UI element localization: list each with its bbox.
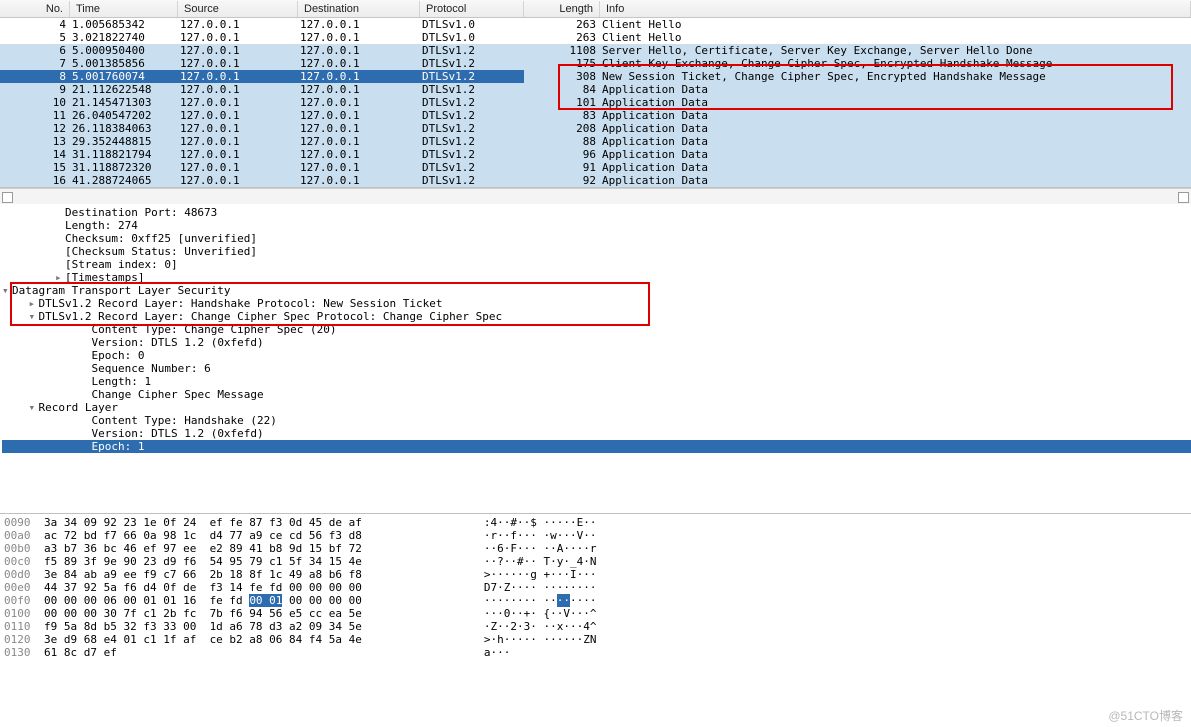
hex-row[interactable]: 00e044 37 92 5a f6 d4 0f de f3 14 fe fd … — [4, 581, 1187, 594]
packet-row[interactable]: 1226.118384063127.0.0.1127.0.0.1DTLSv1.2… — [0, 122, 1191, 135]
packet-row[interactable]: 53.021822740127.0.0.1127.0.0.1DTLSv1.026… — [0, 31, 1191, 44]
detail-line[interactable]: Checksum: 0xff25 [unverified] — [2, 232, 1191, 245]
col-protocol[interactable]: Protocol — [420, 1, 524, 17]
hex-row[interactable]: 00b0a3 b7 36 bc 46 ef 97 ee e2 89 41 b8 … — [4, 542, 1187, 555]
detail-line[interactable]: Sequence Number: 6 — [2, 362, 1191, 375]
detail-line[interactable]: Content Type: Change Cipher Spec (20) — [2, 323, 1191, 336]
hex-row[interactable]: 010000 00 00 30 7f c1 2b fc 7b f6 94 56 … — [4, 607, 1187, 620]
packet-rows[interactable]: 41.005685342127.0.0.1127.0.0.1DTLSv1.026… — [0, 18, 1191, 187]
detail-line[interactable]: [Stream index: 0] — [2, 258, 1191, 271]
detail-line[interactable]: Epoch: 0 — [2, 349, 1191, 362]
detail-line[interactable]: ▸DTLSv1.2 Record Layer: Handshake Protoc… — [2, 297, 1191, 310]
packet-row[interactable]: 75.001385856127.0.0.1127.0.0.1DTLSv1.217… — [0, 57, 1191, 70]
packet-list-pane: No. Time Source Destination Protocol Len… — [0, 0, 1191, 204]
hex-row[interactable]: 01203e d9 68 e4 01 c1 1f af ce b2 a8 06 … — [4, 633, 1187, 646]
detail-line[interactable]: Length: 274 — [2, 219, 1191, 232]
detail-line[interactable]: Length: 1 — [2, 375, 1191, 388]
packet-row[interactable]: 1431.118821794127.0.0.1127.0.0.1DTLSv1.2… — [0, 148, 1191, 161]
packet-list-header[interactable]: No. Time Source Destination Protocol Len… — [0, 0, 1191, 18]
hex-row[interactable]: 00a0ac 72 bd f7 66 0a 98 1c d4 77 a9 ce … — [4, 529, 1187, 542]
hex-row[interactable]: 013061 8c d7 ef a··· — [4, 646, 1187, 659]
col-source[interactable]: Source — [178, 1, 298, 17]
packet-row[interactable]: 65.000950400127.0.0.1127.0.0.1DTLSv1.211… — [0, 44, 1191, 57]
col-destination[interactable]: Destination — [298, 1, 420, 17]
packet-row[interactable]: 85.001760074127.0.0.1127.0.0.1DTLSv1.230… — [0, 70, 1191, 83]
hex-row[interactable]: 00d03e 84 ab a9 ee f9 c7 66 2b 18 8f 1c … — [4, 568, 1187, 581]
hex-row[interactable]: 00f000 00 00 06 00 01 01 16 fe fd 00 01 … — [4, 594, 1187, 607]
detail-line[interactable]: ▸[Timestamps] — [2, 271, 1191, 284]
col-time[interactable]: Time — [70, 1, 178, 17]
packet-row[interactable]: 1329.352448815127.0.0.1127.0.0.1DTLSv1.2… — [0, 135, 1191, 148]
detail-line[interactable]: ▾Record Layer — [2, 401, 1191, 414]
col-no[interactable]: No. — [0, 1, 70, 17]
detail-line[interactable]: Change Cipher Spec Message — [2, 388, 1191, 401]
hex-row[interactable]: 00903a 34 09 92 23 1e 0f 24 ef fe 87 f3 … — [4, 516, 1187, 529]
detail-line[interactable]: [Checksum Status: Unverified] — [2, 245, 1191, 258]
col-length[interactable]: Length — [524, 1, 600, 17]
packet-row[interactable]: 1021.145471303127.0.0.1127.0.0.1DTLSv1.2… — [0, 96, 1191, 109]
packet-bytes-pane[interactable]: 00903a 34 09 92 23 1e 0f 24 ef fe 87 f3 … — [0, 514, 1191, 727]
detail-line[interactable]: ▾Datagram Transport Layer Security — [2, 284, 1191, 297]
detail-line[interactable]: Destination Port: 48673 — [2, 206, 1191, 219]
detail-line[interactable]: ▾DTLSv1.2 Record Layer: Change Cipher Sp… — [2, 310, 1191, 323]
detail-line[interactable]: Version: DTLS 1.2 (0xfefd) — [2, 427, 1191, 440]
detail-line[interactable]: Version: DTLS 1.2 (0xfefd) — [2, 336, 1191, 349]
packet-details-pane[interactable]: Destination Port: 48673 Length: 274 Chec… — [0, 204, 1191, 514]
packet-row[interactable]: 1531.118872320127.0.0.1127.0.0.1DTLSv1.2… — [0, 161, 1191, 174]
hex-row[interactable]: 0110f9 5a 8d b5 32 f3 33 00 1d a6 78 d3 … — [4, 620, 1187, 633]
detail-line[interactable]: Content Type: Handshake (22) — [2, 414, 1191, 427]
horizontal-scrollbar[interactable] — [0, 188, 1191, 204]
detail-line[interactable]: Epoch: 1 — [2, 440, 1191, 453]
watermark: @51CTO博客 — [1108, 710, 1183, 723]
packet-row[interactable]: 1126.040547202127.0.0.1127.0.0.1DTLSv1.2… — [0, 109, 1191, 122]
hex-row[interactable]: 00c0f5 89 3f 9e 90 23 d9 f6 54 95 79 c1 … — [4, 555, 1187, 568]
col-info[interactable]: Info — [600, 1, 1191, 17]
packet-row[interactable]: 921.112622548127.0.0.1127.0.0.1DTLSv1.28… — [0, 83, 1191, 96]
packet-row[interactable]: 41.005685342127.0.0.1127.0.0.1DTLSv1.026… — [0, 18, 1191, 31]
packet-list[interactable]: No. Time Source Destination Protocol Len… — [0, 0, 1191, 188]
packet-row[interactable]: 1641.288724065127.0.0.1127.0.0.1DTLSv1.2… — [0, 174, 1191, 187]
